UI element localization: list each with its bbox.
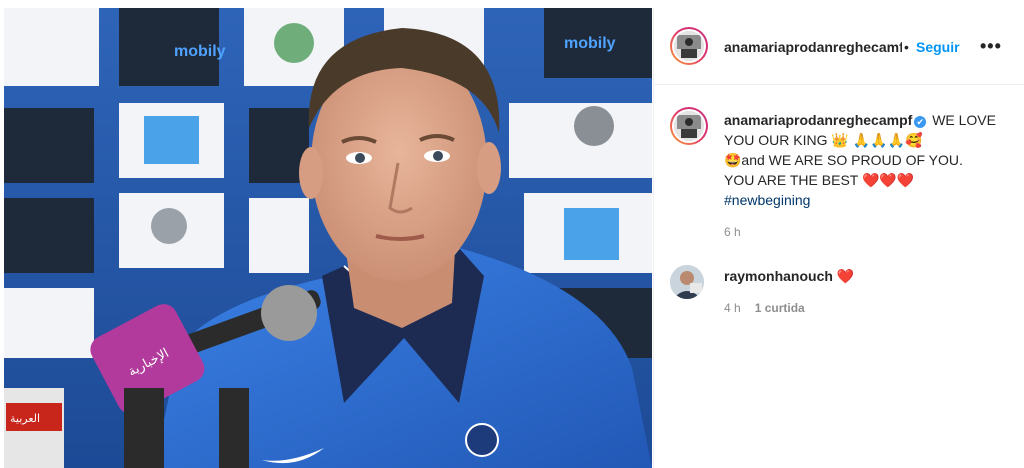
comment-timestamp[interactable]: 4 h xyxy=(724,301,741,315)
post-photo[interactable]: mobily mobily الإخبارية العربية xyxy=(4,8,652,468)
caption-text: anamariaprodanreghecampf ✔ WE LOVE YOU OU… xyxy=(724,110,1009,210)
comment-text: raymonhanouch ❤️ xyxy=(724,266,854,286)
post-header: anamariaprodanreghecamf • Seguir ••• xyxy=(654,8,1024,85)
post-side-panel: anamariaprodanreghecamf • Seguir ••• ana… xyxy=(653,8,1024,468)
comment-username[interactable]: raymonhanouch xyxy=(724,268,833,284)
profile-photo xyxy=(674,31,704,61)
comment-meta: 4 h 1 curtida xyxy=(724,301,805,315)
caption-avatar[interactable] xyxy=(670,107,708,145)
comment-body: ❤️ xyxy=(836,268,855,284)
hashtag-link[interactable]: #newbegining xyxy=(724,192,810,208)
profile-photo xyxy=(674,111,704,141)
svg-text:mobily: mobily xyxy=(174,43,226,60)
svg-text:mobily: mobily xyxy=(564,35,616,52)
comment-likes-count[interactable]: 1 curtida xyxy=(755,301,805,315)
verified-badge-icon: ✔ xyxy=(914,116,927,128)
header-username[interactable]: anamariaprodanreghecamf xyxy=(724,39,902,55)
caption-line-3: YOU ARE THE BEST ❤️❤️❤️ xyxy=(724,172,915,188)
press-conference-image: mobily mobily الإخبارية العربية xyxy=(4,8,652,468)
more-options-icon[interactable]: ••• xyxy=(980,37,1002,55)
caption-line-2: 🤩and WE ARE SO PROUD OF YOU. xyxy=(724,152,963,168)
avatar[interactable] xyxy=(670,27,708,65)
caption-timestamp[interactable]: 6 h xyxy=(724,225,741,239)
svg-text:العربية: العربية xyxy=(10,412,40,425)
commenter-avatar[interactable] xyxy=(670,265,704,299)
separator-dot: • xyxy=(904,39,909,55)
instagram-post-window: mobily mobily الإخبارية العربية anamaria… xyxy=(0,0,1024,468)
caption-username[interactable]: anamariaprodanreghecampf xyxy=(724,112,912,128)
follow-button[interactable]: Seguir xyxy=(916,39,960,55)
